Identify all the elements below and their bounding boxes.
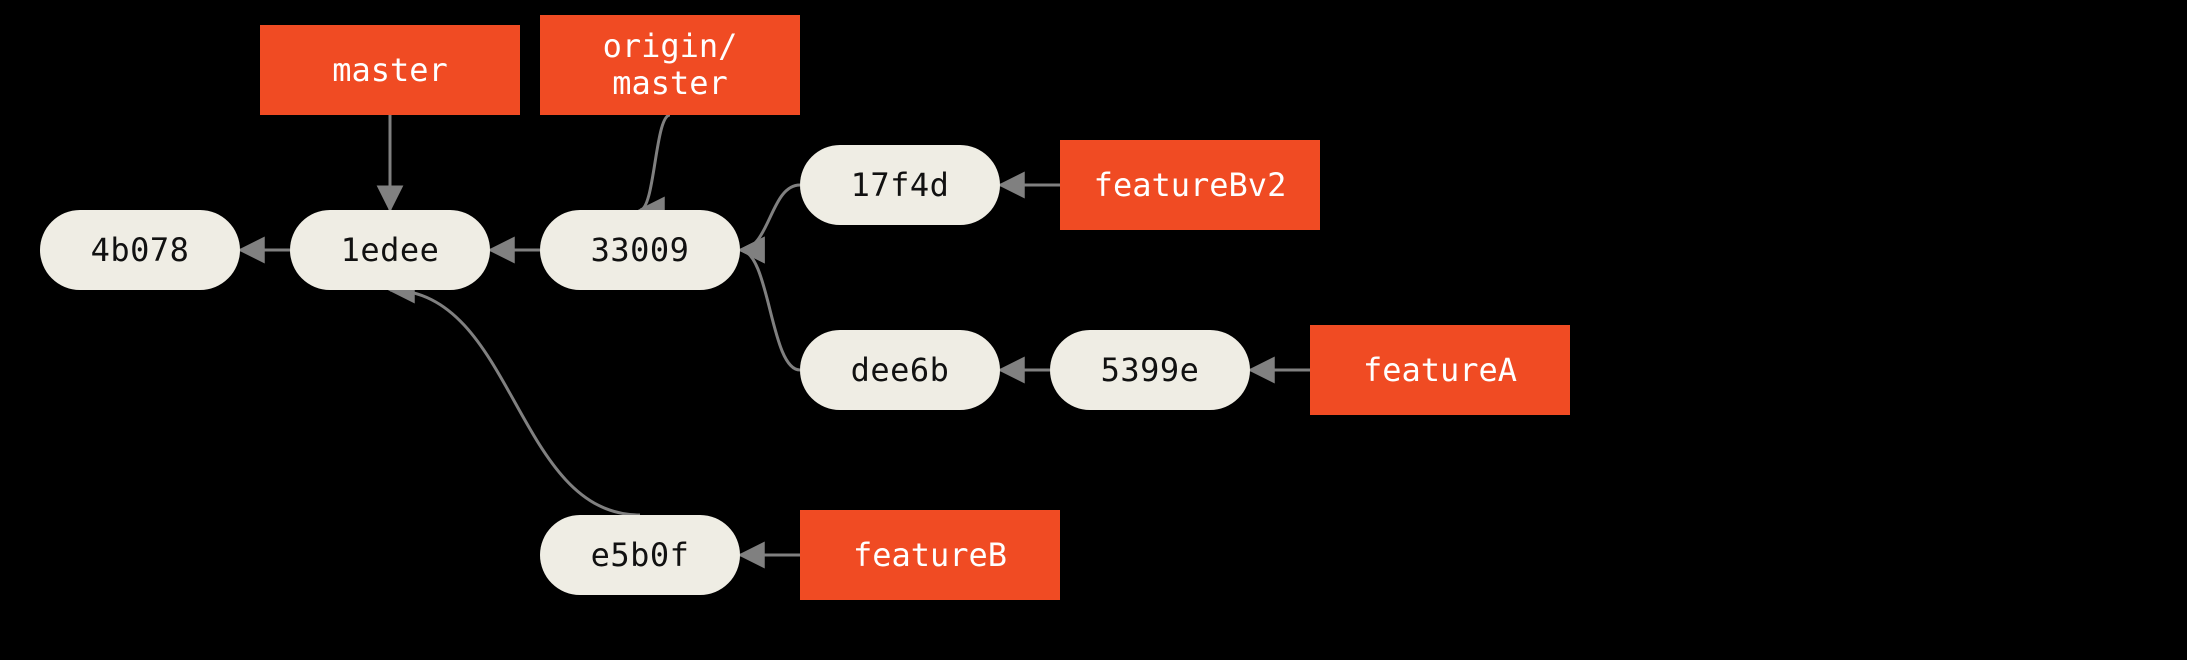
commit-4b078: 4b078 bbox=[40, 210, 240, 290]
commit-hash: e5b0f bbox=[591, 536, 690, 574]
branch-label: featureA bbox=[1363, 352, 1517, 389]
commit-hash: 4b078 bbox=[91, 231, 190, 269]
branch-label: origin/ master bbox=[603, 28, 738, 102]
branch-label: featureB bbox=[853, 537, 1007, 574]
commit-hash: 1edee bbox=[341, 231, 440, 269]
commit-hash: 5399e bbox=[1101, 351, 1200, 389]
edge bbox=[740, 250, 800, 370]
branch-label: master bbox=[332, 52, 448, 89]
git-graph-diagram: { "commits": { "c_4b078": "4b078", "c_1e… bbox=[0, 0, 2187, 660]
branch-master: master bbox=[260, 25, 520, 115]
branch-label: featureBv2 bbox=[1094, 167, 1287, 204]
branch-featureA: featureA bbox=[1310, 325, 1570, 415]
edge bbox=[390, 290, 640, 515]
commit-hash: dee6b bbox=[851, 351, 950, 389]
branch-origin-master: origin/ master bbox=[540, 15, 800, 115]
edge bbox=[640, 115, 670, 210]
commit-e5b0f: e5b0f bbox=[540, 515, 740, 595]
branch-featureBv2: featureBv2 bbox=[1060, 140, 1320, 230]
edge bbox=[740, 185, 800, 250]
commit-hash: 17f4d bbox=[851, 166, 950, 204]
commit-5399e: 5399e bbox=[1050, 330, 1250, 410]
commit-17f4d: 17f4d bbox=[800, 145, 1000, 225]
commit-1edee: 1edee bbox=[290, 210, 490, 290]
commit-hash: 33009 bbox=[591, 231, 690, 269]
commit-33009: 33009 bbox=[540, 210, 740, 290]
branch-featureB: featureB bbox=[800, 510, 1060, 600]
commit-dee6b: dee6b bbox=[800, 330, 1000, 410]
